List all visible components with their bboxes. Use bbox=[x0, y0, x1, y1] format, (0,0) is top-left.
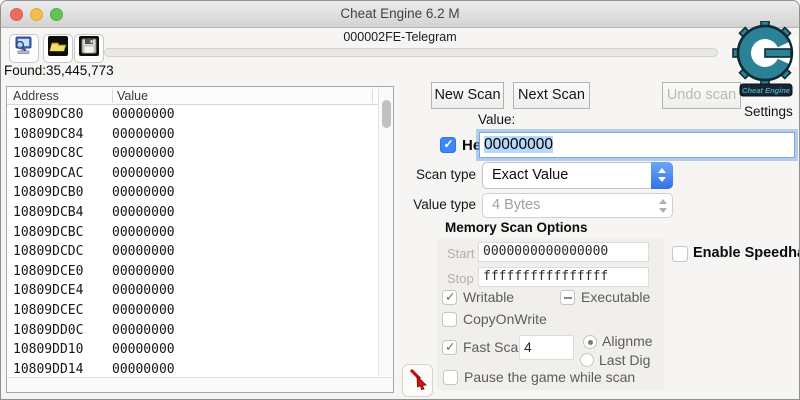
table-row[interactable]: 10809DC8000000000 bbox=[7, 105, 379, 125]
scan-results-table: Address Value 10809DC800000000010809DC84… bbox=[6, 86, 394, 393]
save-table-button[interactable] bbox=[74, 34, 104, 63]
vertical-scrollbar[interactable] bbox=[378, 87, 393, 376]
table-row[interactable]: 10809DCB000000000 bbox=[7, 183, 379, 203]
table-row[interactable]: 10809DCB400000000 bbox=[7, 203, 379, 223]
copyonwrite-label[interactable]: CopyOnWrite bbox=[463, 311, 547, 327]
table-row[interactable]: 10809DCEC00000000 bbox=[7, 301, 379, 321]
attached-process-label: 000002FE-Telegram bbox=[1, 30, 799, 44]
open-folder-icon bbox=[47, 35, 69, 62]
fast-scan-alignment-input[interactable]: 4 bbox=[519, 335, 574, 360]
value-type-dropdown: 4 Bytes bbox=[482, 193, 673, 218]
red-arrow-icon bbox=[407, 366, 429, 395]
start-address-input: 0000000000000000 bbox=[478, 242, 649, 262]
open-table-button[interactable] bbox=[43, 34, 73, 63]
changed-pointer-button[interactable] bbox=[402, 364, 433, 397]
memory-scan-options-title: Memory Scan Options bbox=[445, 220, 588, 235]
start-label: Start bbox=[447, 246, 474, 261]
select-process-icon bbox=[13, 35, 35, 62]
undo-scan-button: Undo scan bbox=[662, 82, 741, 109]
executable-checkbox[interactable] bbox=[560, 290, 575, 305]
new-scan-button[interactable]: New Scan bbox=[431, 82, 504, 109]
alignment-label[interactable]: Alignme bbox=[602, 333, 653, 349]
table-row[interactable]: 10809DC8C00000000 bbox=[7, 144, 379, 164]
enable-speedhack-label[interactable]: Enable Speedha bbox=[693, 245, 800, 261]
copyonwrite-checkbox[interactable] bbox=[442, 312, 457, 327]
executable-label[interactable]: Executable bbox=[581, 289, 650, 305]
scan-type-label: Scan type bbox=[401, 167, 476, 182]
fast-scan-label[interactable]: Fast Sca bbox=[463, 339, 518, 355]
alignment-radio[interactable] bbox=[583, 335, 597, 349]
writable-label[interactable]: Writable bbox=[463, 289, 514, 305]
chevron-up-down-icon bbox=[651, 162, 673, 189]
save-icon bbox=[78, 35, 100, 62]
value-label: Value: bbox=[478, 112, 515, 127]
table-row[interactable]: 10809DD1000000000 bbox=[7, 340, 379, 360]
table-header: Address Value bbox=[7, 87, 393, 105]
cheat-engine-logo: Cheat Engine bbox=[732, 21, 798, 104]
stop-label: Stop bbox=[447, 271, 474, 286]
scan-type-dropdown[interactable]: Exact Value bbox=[482, 162, 673, 189]
table-row[interactable]: 10809DCDC00000000 bbox=[7, 242, 379, 262]
table-row[interactable]: 10809DCBC00000000 bbox=[7, 223, 379, 243]
table-row[interactable]: 10809DC8400000000 bbox=[7, 125, 379, 145]
gear-icon bbox=[733, 21, 798, 85]
settings-link[interactable]: Settings bbox=[744, 104, 793, 119]
stop-address-input: ffffffffffffffff bbox=[478, 267, 649, 287]
chevron-up-down-icon bbox=[652, 194, 672, 218]
value-input[interactable]: 00000000 bbox=[479, 132, 795, 158]
enable-speedhack-checkbox[interactable] bbox=[672, 246, 688, 262]
table-row[interactable]: 10809DCE000000000 bbox=[7, 262, 379, 282]
last-digits-radio[interactable] bbox=[580, 353, 594, 367]
scan-progress-bar bbox=[104, 48, 718, 57]
fast-scan-checkbox[interactable] bbox=[442, 340, 457, 355]
vertical-scrollbar-thumb[interactable] bbox=[382, 100, 391, 128]
found-count-label: Found:35,445,773 bbox=[4, 63, 114, 78]
window-title: Cheat Engine 6.2 M bbox=[1, 6, 799, 21]
title-bar[interactable]: Cheat Engine 6.2 M bbox=[1, 1, 799, 28]
svg-text:Cheat Engine: Cheat Engine bbox=[742, 86, 790, 95]
writable-checkbox[interactable] bbox=[442, 290, 457, 305]
next-scan-button[interactable]: Next Scan bbox=[513, 82, 590, 109]
column-header-address[interactable]: Address bbox=[13, 89, 59, 103]
hex-checkbox[interactable] bbox=[440, 137, 456, 153]
value-type-label: Value type bbox=[401, 197, 476, 212]
table-row[interactable]: 10809DCE400000000 bbox=[7, 281, 379, 301]
pause-game-checkbox[interactable] bbox=[443, 370, 458, 385]
horizontal-scrollbar[interactable] bbox=[7, 377, 393, 392]
results-table-body: 10809DC800000000010809DC840000000010809D… bbox=[7, 105, 379, 379]
column-header-value[interactable]: Value bbox=[117, 89, 148, 103]
table-row[interactable]: 10809DCAC00000000 bbox=[7, 164, 379, 184]
table-row[interactable]: 10809DD0C00000000 bbox=[7, 321, 379, 341]
select-process-button[interactable] bbox=[9, 34, 39, 63]
cheat-engine-window: Cheat Engine 6.2 M 000002FE-Telegram bbox=[0, 0, 800, 400]
pause-game-label[interactable]: Pause the game while scan bbox=[464, 369, 635, 385]
last-digits-label[interactable]: Last Dig bbox=[599, 352, 650, 368]
